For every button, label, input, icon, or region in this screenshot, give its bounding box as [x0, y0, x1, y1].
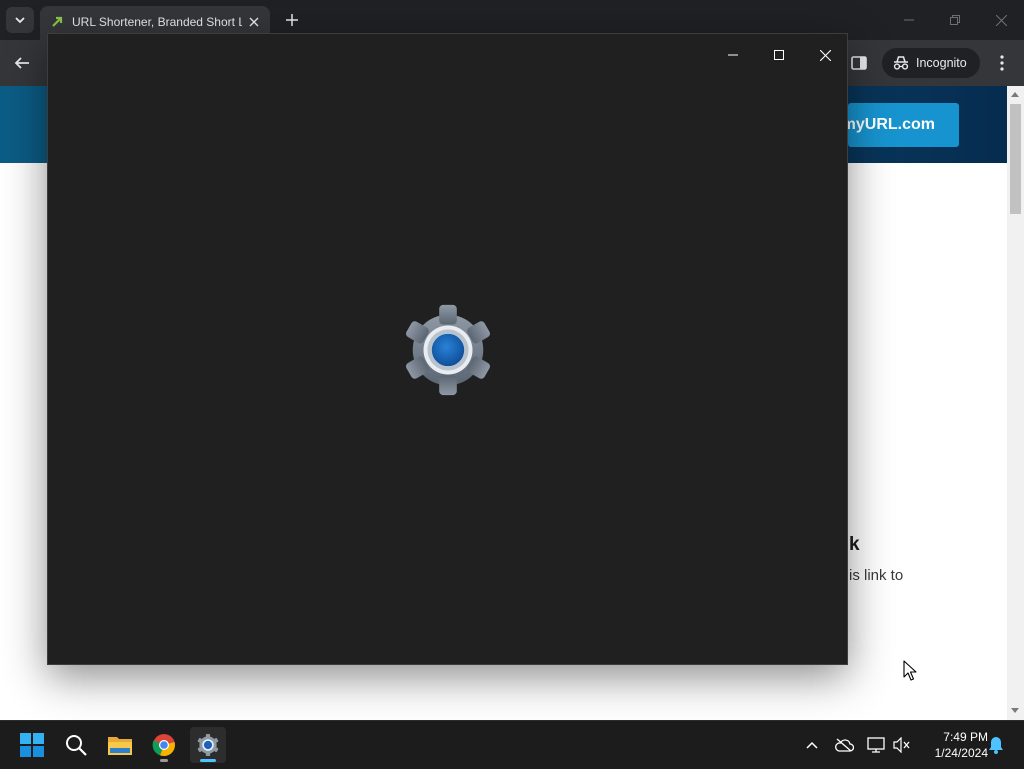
chevron-up-icon: [806, 741, 818, 749]
new-tab-button[interactable]: [282, 10, 302, 30]
minimize-icon: [904, 19, 914, 21]
page-text-fragment: is link to: [849, 567, 904, 584]
cloud-offline-icon: [835, 738, 854, 752]
taskbar-file-explorer[interactable]: [102, 727, 138, 763]
plus-icon: [286, 14, 298, 26]
favicon-icon: [52, 16, 63, 27]
browser-restore-button[interactable]: [940, 8, 970, 32]
incognito-icon: [893, 56, 909, 70]
chrome-icon: [152, 734, 175, 757]
settings-maximize-button[interactable]: [756, 40, 802, 70]
tab-title: URL Shortener, Branded Short L: [72, 15, 242, 29]
tab-close-button[interactable]: [246, 14, 262, 30]
clock-date: 1/24/2024: [934, 746, 988, 760]
minimize-icon: [728, 54, 738, 56]
maximize-icon: [774, 50, 784, 60]
running-indicator: [160, 759, 168, 762]
volume-tray-button[interactable]: [892, 735, 912, 755]
search-icon: [66, 735, 87, 756]
start-button[interactable]: [14, 727, 50, 763]
arrow-left-icon: [14, 57, 29, 69]
taskbar-clock[interactable]: 7:49 PM 1/24/2024: [918, 729, 988, 761]
file-explorer-icon: [108, 737, 132, 755]
cta-button-label: myURL.com: [848, 116, 935, 133]
settings-close-button[interactable]: [802, 40, 848, 70]
scroll-up-arrow-icon[interactable]: [1011, 92, 1019, 97]
side-panel-icon: [851, 56, 867, 70]
mouse-pointer-icon: [903, 660, 917, 681]
browser-menu-button[interactable]: [992, 51, 1012, 75]
taskbar-search-button[interactable]: [58, 727, 94, 763]
taskbar-settings[interactable]: [190, 727, 226, 763]
browser-close-button[interactable]: [986, 8, 1016, 32]
network-icon: [867, 737, 885, 753]
settings-splash-gear-icon: [399, 301, 497, 399]
taskbar: 7:49 PM 1/24/2024: [0, 720, 1024, 769]
close-icon: [995, 14, 1007, 26]
windows-start-icon: [20, 733, 44, 757]
side-panel-button[interactable]: [848, 52, 870, 74]
settings-minimize-button[interactable]: [710, 40, 756, 70]
volume-muted-icon: [893, 737, 910, 753]
incognito-indicator[interactable]: Incognito: [882, 48, 980, 78]
chevron-down-icon: [15, 17, 25, 24]
settings-window: [47, 33, 848, 665]
taskbar-chrome[interactable]: [146, 727, 182, 763]
tab-search-button[interactable]: [6, 7, 34, 33]
page-heading-fragment: k: [849, 534, 860, 555]
network-tray-button[interactable]: [866, 735, 886, 755]
browser-minimize-button[interactable]: [894, 8, 924, 32]
incognito-label: Incognito: [916, 56, 967, 70]
show-hidden-icons-button[interactable]: [802, 735, 822, 755]
notifications-button[interactable]: [986, 735, 1006, 755]
scroll-down-arrow-icon[interactable]: [1011, 708, 1019, 713]
restore-icon: [950, 15, 960, 25]
close-icon: [819, 49, 831, 61]
active-indicator: [200, 759, 216, 762]
scroll-thumb[interactable]: [1010, 104, 1021, 214]
settings-icon: [197, 733, 219, 757]
cta-button[interactable]: myURL.com: [848, 103, 959, 147]
bell-icon: [989, 737, 1003, 754]
close-icon: [249, 17, 259, 27]
onedrive-tray-button[interactable]: [834, 735, 854, 755]
more-vert-icon: [1000, 55, 1004, 71]
back-button[interactable]: [10, 51, 34, 75]
clock-time: 7:49 PM: [943, 730, 988, 744]
